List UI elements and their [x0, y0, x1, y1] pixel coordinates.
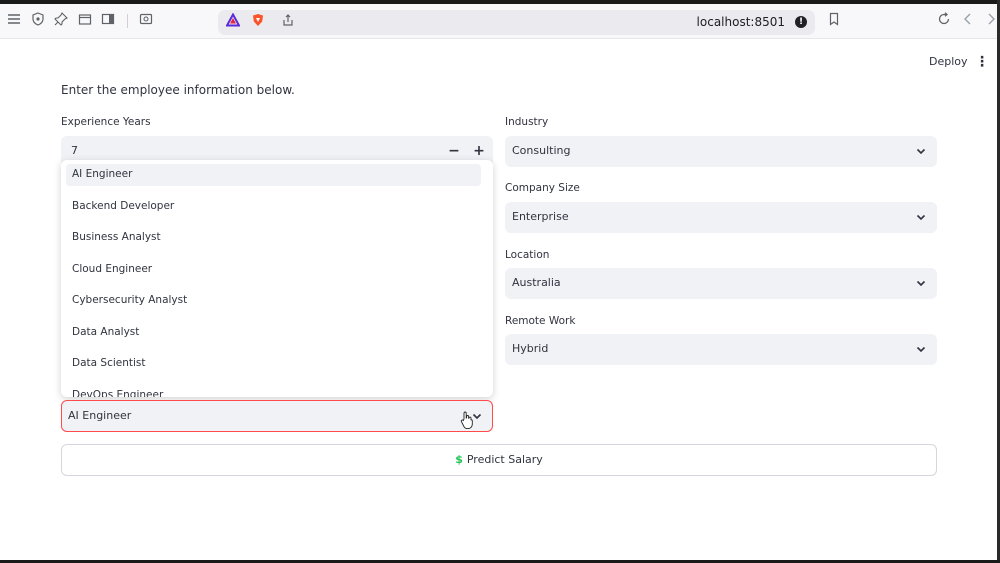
dollar-icon: $ — [455, 453, 463, 466]
experience-years-value: 7 — [71, 144, 78, 157]
hand-cursor-icon — [460, 411, 473, 429]
dropdown-option[interactable]: Data Analyst — [66, 322, 481, 344]
screenshot-icon[interactable] — [137, 12, 155, 30]
share-icon[interactable] — [279, 13, 297, 31]
industry-label: Industry — [505, 116, 549, 128]
url-text: localhost:8501 — [696, 15, 785, 29]
address-bar[interactable]: localhost:8501 ! — [218, 10, 815, 35]
company-size-value: Enterprise — [512, 210, 569, 223]
predict-salary-label: Predict Salary — [466, 453, 543, 466]
more-options-icon[interactable]: ⋮ — [975, 54, 989, 70]
shield-icon[interactable] — [29, 12, 47, 30]
dropdown-option[interactable]: Data Scientist — [66, 353, 481, 375]
remote-work-select[interactable]: Hybrid — [505, 334, 937, 365]
chevron-down-icon — [916, 280, 926, 287]
site-info-icon[interactable]: ! — [795, 16, 807, 28]
toolbar-separator — [127, 14, 128, 28]
form-intro: Enter the employee information below. — [61, 83, 295, 97]
tabs-icon[interactable] — [76, 12, 94, 30]
industry-value: Consulting — [512, 144, 571, 157]
back-icon[interactable] — [959, 12, 977, 30]
location-label: Location — [505, 249, 550, 261]
dropdown-option[interactable]: DevOps Engineer — [66, 385, 481, 397]
pin-icon[interactable] — [52, 12, 70, 30]
deploy-button[interactable]: Deploy — [929, 55, 968, 68]
increment-button[interactable]: + — [470, 142, 488, 160]
chevron-down-icon — [916, 148, 926, 155]
company-size-label: Company Size — [505, 182, 580, 194]
company-size-select[interactable]: Enterprise — [505, 202, 937, 233]
industry-select[interactable]: Consulting — [505, 136, 937, 167]
browser-toolbar: localhost:8501 ! — [0, 4, 997, 39]
location-value: Australia — [512, 276, 561, 289]
reload-icon[interactable] — [935, 12, 953, 30]
predict-salary-button[interactable]: $ Predict Salary — [61, 444, 937, 476]
triangle-logo-icon — [224, 12, 242, 31]
remote-work-value: Hybrid — [512, 342, 549, 355]
dropdown-option[interactable]: Business Analyst — [66, 227, 481, 249]
menu-icon[interactable] — [5, 12, 23, 30]
chevron-down-icon — [916, 214, 926, 221]
job-title-value: AI Engineer — [68, 409, 132, 422]
location-select[interactable]: Australia — [505, 268, 937, 299]
dropdown-option[interactable]: Backend Developer — [66, 196, 481, 218]
job-title-dropdown-menu: AI Engineer Backend Developer Business A… — [61, 160, 493, 397]
sidebar-icon[interactable] — [99, 12, 117, 30]
experience-years-label: Experience Years — [61, 116, 151, 128]
chevron-down-icon — [916, 346, 926, 353]
dropdown-option[interactable]: AI Engineer — [66, 164, 481, 186]
brave-shield-icon[interactable] — [249, 13, 267, 31]
remote-work-label: Remote Work — [505, 315, 576, 327]
dropdown-option[interactable]: Cybersecurity Analyst — [66, 290, 481, 312]
dropdown-option[interactable]: Cloud Engineer — [66, 259, 481, 281]
decrement-button[interactable]: − — [445, 142, 463, 160]
job-title-select[interactable]: AI Engineer — [61, 400, 493, 432]
bookmark-icon[interactable] — [825, 12, 843, 30]
